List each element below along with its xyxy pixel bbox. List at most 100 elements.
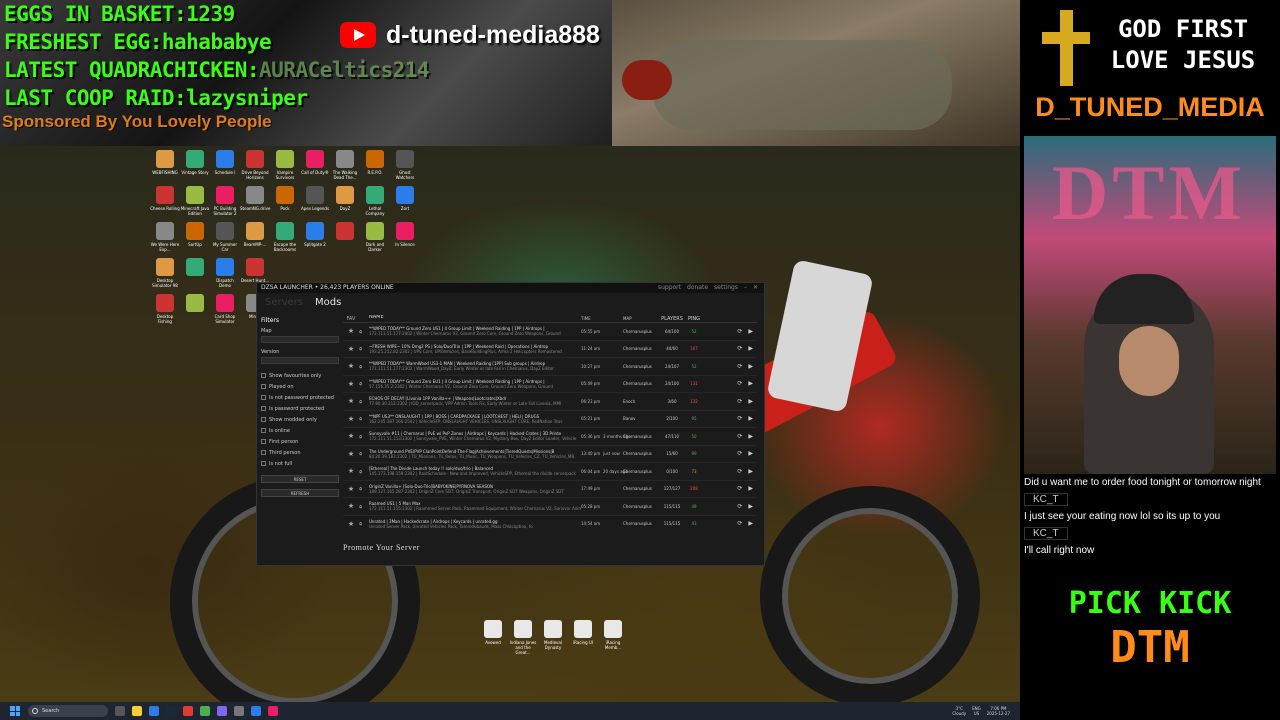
version-select[interactable] — [261, 357, 339, 364]
desktop-icon[interactable] — [330, 222, 360, 258]
desktop-icon[interactable]: Indiana Jones and the Great... — [508, 620, 538, 656]
favourite-star-icon[interactable]: ★ — [343, 380, 359, 388]
refresh-icon[interactable]: ⟳ — [737, 485, 742, 492]
favourite-star-icon[interactable]: ★ — [343, 345, 359, 353]
favourite-star-icon[interactable]: ★ — [343, 467, 359, 475]
server-row[interactable]: ★ ⛭ ~FRESH WIPE~ 10% Dmg2 PS | Solo/Duo/Tr… — [343, 341, 757, 358]
desktop-icon[interactable]: Card Shop Simulator — [210, 294, 240, 330]
refresh-icon[interactable]: ⟳ — [737, 450, 742, 457]
desktop-icon[interactable]: Desktop Fishing — [150, 294, 180, 330]
desktop-icon[interactable]: Splitgate 2 — [300, 222, 330, 258]
filter-checkbox[interactable]: Show favourites only — [261, 370, 339, 381]
file-explorer-icon[interactable] — [132, 706, 142, 716]
play-icon[interactable]: ▶ — [748, 398, 753, 405]
minimize-icon[interactable]: – — [744, 283, 747, 293]
favourite-star-icon[interactable]: ★ — [343, 397, 359, 405]
desktop-icon[interactable]: SteamNG.drive — [240, 186, 270, 222]
desktop-icon[interactable]: R.E.P.O. — [360, 150, 390, 186]
col-ping[interactable]: PING — [685, 315, 703, 322]
app-icon-green[interactable] — [200, 706, 210, 716]
desktop-icon[interactable]: Minecraft Java Edition — [180, 186, 210, 222]
col-time[interactable]: TIME — [581, 315, 623, 322]
favourite-star-icon[interactable]: ★ — [343, 450, 359, 458]
desktop-icon[interactable]: We Were Here Exp... — [150, 222, 180, 258]
desktop-icon[interactable]: PC Building Simulator 2 — [210, 186, 240, 222]
desktop-icon[interactable] — [180, 258, 210, 294]
refresh-icon[interactable]: ⟳ — [737, 520, 742, 527]
desktop-icon[interactable]: Vintage Story — [180, 150, 210, 186]
server-row[interactable]: ★ ⛭ Sunnyvale #11 | Chernarus | PvE w/ PvP… — [343, 428, 757, 446]
play-icon[interactable]: ▶ — [748, 468, 753, 475]
favourite-star-icon[interactable]: ★ — [343, 362, 359, 370]
favourite-star-icon[interactable]: ★ — [343, 502, 359, 510]
language-indicator[interactable]: ENG US — [972, 706, 981, 716]
desktop-icon[interactable]: Apex Legends — [300, 186, 330, 222]
weather-widget[interactable]: 3°C Cloudy — [952, 706, 966, 716]
play-icon[interactable]: ▶ — [748, 345, 753, 352]
close-icon[interactable]: ✕ — [753, 283, 758, 293]
filter-checkbox[interactable]: Show modded only — [261, 414, 339, 425]
desktop-icon[interactable]: Vampire Survivors — [270, 150, 300, 186]
desktop-icon[interactable]: Escape the Backrooms — [270, 222, 300, 258]
windows-start-icon[interactable] — [10, 706, 20, 716]
filter-checkbox[interactable]: Is not full — [261, 458, 339, 469]
desktop-icon[interactable]: Zort — [390, 186, 420, 222]
desktop-icon[interactable]: Desktop Simulator 98 — [150, 258, 180, 294]
favourite-star-icon[interactable]: ★ — [343, 432, 359, 440]
desktop-icon[interactable]: Dispatch Demo — [210, 258, 240, 294]
desktop-icon[interactable]: Avowed — [478, 620, 508, 656]
settings-link[interactable]: settings — [714, 283, 738, 293]
desktop-icon[interactable]: The Walking Dead The... — [330, 150, 360, 186]
col-fav[interactable]: FAV — [343, 315, 359, 322]
server-row[interactable]: ★ ⛭ **WIPED TODAY** WarmWood US3-1 MAN | W… — [343, 358, 757, 376]
server-row[interactable]: ★ ⛭ ECHOS OF DECAY [Livonia 1PP Vanilla++ … — [343, 393, 757, 411]
filter-checkbox[interactable]: Third person — [261, 447, 339, 458]
refresh-icon[interactable]: ⟳ — [737, 398, 742, 405]
play-icon[interactable]: ▶ — [748, 520, 753, 527]
col-players[interactable]: PLAYERS — [659, 315, 685, 322]
favourite-star-icon[interactable]: ★ — [343, 485, 359, 493]
desktop-icon[interactable]: Ghost Watchers — [390, 150, 420, 186]
server-row[interactable]: ★ ⛭ OriginZ Vanilla+ [Solo-Duo-Trio]BABYOK… — [343, 481, 757, 498]
desktop-icon[interactable]: Dark and Darker — [360, 222, 390, 258]
play-icon[interactable]: ▶ — [748, 485, 753, 492]
server-row[interactable]: ★ ⛭ Unrated | 3Man | Hackedcrate | Airdrop… — [343, 516, 757, 530]
app-icon-pink[interactable] — [268, 706, 278, 716]
desktop-icon[interactable] — [180, 294, 210, 330]
refresh-icon[interactable]: ⟳ — [737, 380, 742, 387]
reset-button[interactable]: RESET — [261, 475, 339, 483]
server-row[interactable]: ★ ⛭ [Ethereal] The Divide Launch today !! … — [343, 463, 757, 481]
desktop-icon[interactable]: WEBFISHING — [150, 150, 180, 186]
donate-link[interactable]: donate — [687, 283, 708, 293]
filter-checkbox[interactable]: Is not password protected — [261, 392, 339, 403]
desktop-icon[interactable]: DayZ — [330, 186, 360, 222]
play-icon[interactable]: ▶ — [748, 328, 753, 335]
filter-checkbox[interactable]: Is password protected — [261, 403, 339, 414]
favourite-star-icon[interactable]: ★ — [343, 327, 359, 335]
favourite-star-icon[interactable]: ★ — [343, 415, 359, 423]
col-name[interactable]: NAME — [369, 315, 581, 322]
support-link[interactable]: support — [658, 283, 681, 293]
task-view-icon[interactable] — [115, 706, 125, 716]
desktop-icon[interactable]: Drive Beyond Horizons — [240, 150, 270, 186]
promote-server-link[interactable]: Promote Your Server — [343, 543, 420, 552]
app-icon-red[interactable] — [183, 706, 193, 716]
play-icon[interactable]: ▶ — [748, 380, 753, 387]
server-row[interactable]: ★ ⛭ Raamed US1 | 5 Man Max 172.111.51.155:2… — [343, 498, 757, 516]
refresh-icon[interactable]: ⟳ — [737, 433, 742, 440]
desktop-icon[interactable]: Pock — [270, 186, 300, 222]
refresh-icon[interactable]: ⟳ — [737, 415, 742, 422]
desktop-icon[interactable]: Lethal Company — [360, 186, 390, 222]
desktop-icon[interactable]: In Silence — [390, 222, 420, 258]
col-map[interactable]: MAP — [623, 315, 659, 322]
refresh-icon[interactable]: ⟳ — [737, 345, 742, 352]
refresh-icon[interactable]: ⟳ — [737, 503, 742, 510]
desktop-icon[interactable]: Schedule I — [210, 150, 240, 186]
filter-checkbox[interactable]: Played on — [261, 381, 339, 392]
desktop-icon[interactable]: Call of Duty® — [300, 150, 330, 186]
server-row[interactable]: ★ ⛭ The Underground PVE/PVP ClanPointDefen… — [343, 446, 757, 463]
app-icon-grey[interactable] — [234, 706, 244, 716]
play-icon[interactable]: ▶ — [748, 363, 753, 370]
filter-checkbox[interactable]: Is online — [261, 425, 339, 436]
refresh-icon[interactable]: ⟳ — [737, 363, 742, 370]
